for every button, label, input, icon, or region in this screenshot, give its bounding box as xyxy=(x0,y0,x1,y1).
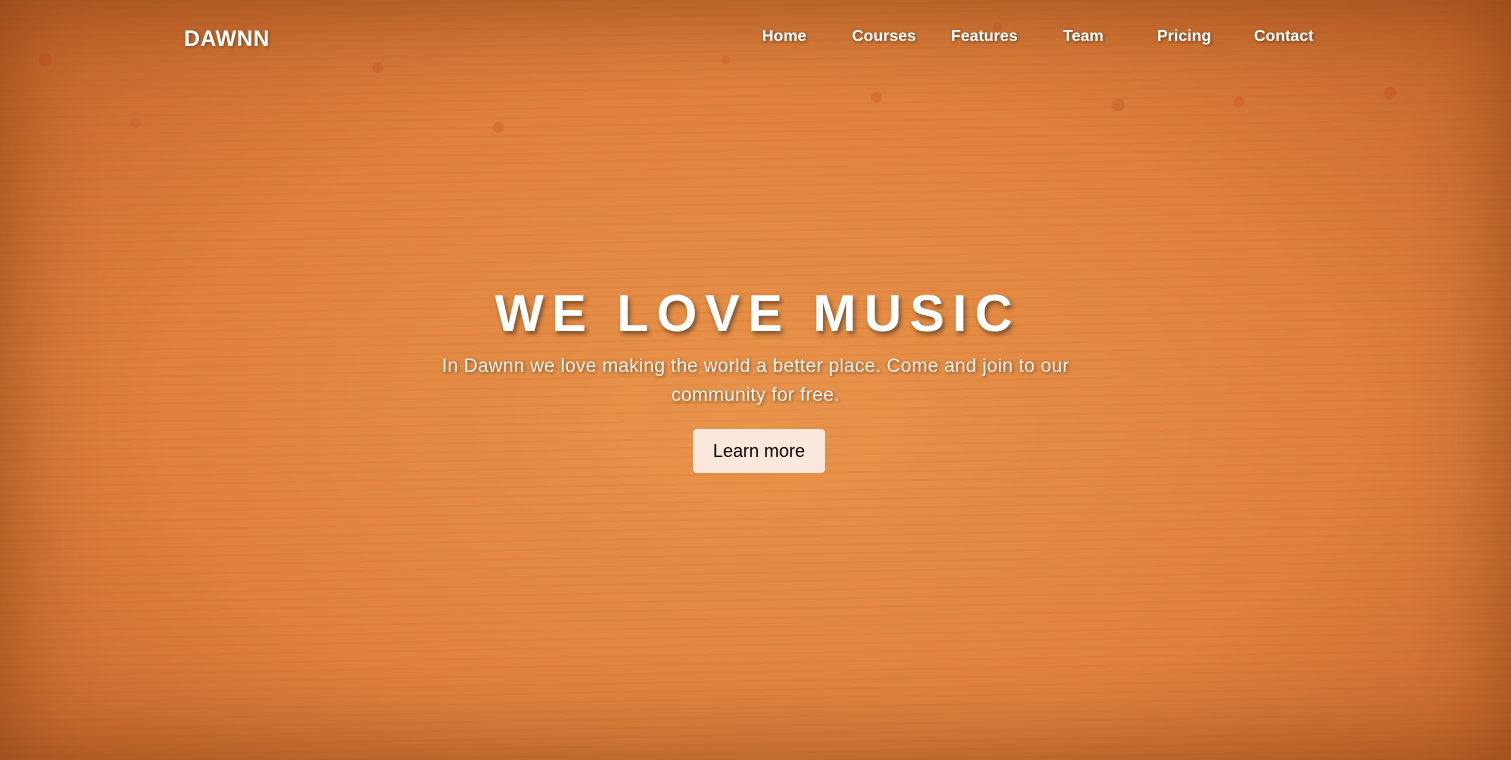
nav-link-team[interactable]: Team xyxy=(1063,28,1104,46)
top-navbar: DAWNN Home Courses Features Team Pricing… xyxy=(0,0,1511,76)
learn-more-button[interactable]: Learn more xyxy=(693,429,825,473)
hero-title: WE LOVE MUSIC xyxy=(494,285,1021,343)
hero-description: In Dawnn we love making the world a bett… xyxy=(441,356,1070,406)
hero-section: DAWNN Home Courses Features Team Pricing… xyxy=(0,0,1511,760)
hero-content: WE LOVE MUSIC In Dawnn we love making th… xyxy=(0,282,1511,473)
nav-link-pricing[interactable]: Pricing xyxy=(1157,28,1211,46)
nav-link-courses[interactable]: Courses xyxy=(852,28,916,46)
nav-menu: Home Courses Features Team Pricing Conta… xyxy=(0,28,1511,48)
nav-link-features[interactable]: Features xyxy=(951,28,1018,46)
nav-link-contact[interactable]: Contact xyxy=(1254,28,1314,46)
nav-link-home[interactable]: Home xyxy=(762,28,806,46)
